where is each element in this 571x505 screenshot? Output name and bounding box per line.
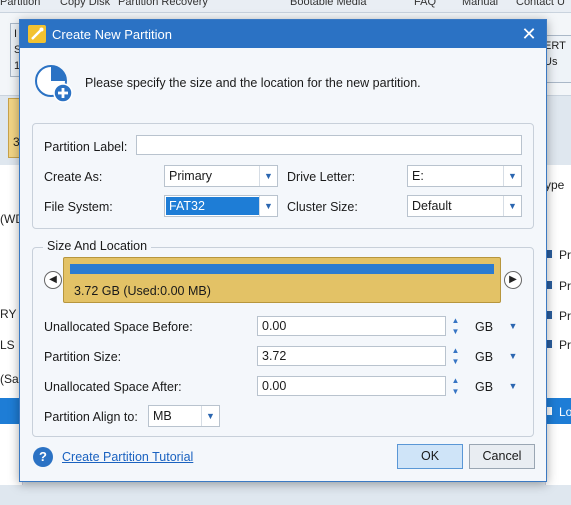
chevron-right-icon: ▶ — [509, 274, 517, 285]
bg-right-text: Lo — [559, 405, 571, 419]
file-system-select[interactable]: FAT32 ▼ — [164, 195, 278, 217]
drive-letter-value: E: — [412, 169, 424, 183]
bg-right-text: Pr — [559, 309, 571, 323]
create-as-label: Create As: — [44, 170, 103, 184]
partition-size-input[interactable]: 3.72 — [257, 346, 446, 366]
unallocated-before-unit: GB — [475, 320, 494, 334]
chevron-left-icon: ◀ — [49, 274, 57, 285]
cluster-size-select[interactable]: Default ▼ — [407, 195, 522, 217]
chevron-down-icon[interactable]: ▼ — [507, 349, 519, 363]
unallocated-before-input[interactable]: 0.00 — [257, 316, 446, 336]
partition-size-spinner[interactable]: ▲ ▼ — [448, 345, 463, 367]
bg-menu-copy-disk[interactable]: Copy Disk — [60, 0, 110, 8]
bg-selected-row[interactable]: Lo — [545, 398, 571, 424]
spin-up-icon[interactable]: ▲ — [448, 345, 463, 356]
spin-down-icon[interactable]: ▼ — [448, 386, 463, 397]
spin-down-icon[interactable]: ▼ — [448, 326, 463, 337]
cluster-size-value: Default — [412, 199, 452, 213]
bg-left-text: (Sa — [0, 372, 19, 386]
bg-right-text: Pr — [559, 338, 571, 352]
bg-menu-partition-recovery[interactable]: Partition Recovery — [118, 0, 208, 8]
drive-letter-label: Drive Letter: — [287, 170, 356, 184]
drive-letter-select[interactable]: E: ▼ — [407, 165, 522, 187]
create-as-value: Primary — [169, 169, 213, 183]
chevron-down-icon[interactable]: ▼ — [503, 196, 521, 216]
file-system-value: FAT32 — [166, 197, 259, 215]
bg-right-text: Pr — [559, 279, 571, 293]
partition-bar-caption: 3.72 GB (Used:0.00 MB) — [74, 284, 211, 298]
bg-menu-faq[interactable]: FAQ — [414, 0, 436, 8]
unallocated-after-label: Unallocated Space After: — [44, 380, 182, 394]
chevron-down-icon[interactable]: ▼ — [503, 166, 521, 186]
bg-chip-icon — [547, 281, 552, 289]
background-menu-strip: Partition Copy Disk Partition Recovery B… — [0, 0, 571, 13]
unallocated-before-spinner[interactable]: ▲ ▼ — [448, 315, 463, 337]
move-left-button[interactable]: ◀ — [44, 271, 62, 289]
cancel-button[interactable]: Cancel — [469, 444, 535, 469]
bg-chip-icon — [547, 311, 552, 319]
create-as-select[interactable]: Primary ▼ — [164, 165, 278, 187]
partition-size-bar[interactable]: 3.72 GB (Used:0.00 MB) — [63, 257, 501, 303]
unallocated-before-label: Unallocated Space Before: — [44, 320, 193, 334]
unallocated-after-spinner[interactable]: ▲ ▼ — [448, 375, 463, 397]
chevron-down-icon[interactable]: ▼ — [259, 196, 277, 216]
wand-icon — [28, 25, 46, 43]
instruction-text: Please specify the size and the location… — [85, 76, 421, 90]
spin-up-icon[interactable]: ▲ — [448, 375, 463, 386]
bg-right-header: ype — [545, 178, 565, 192]
bg-left-text: RY — [0, 307, 17, 321]
spin-up-icon[interactable]: ▲ — [448, 315, 463, 326]
dialog-title: Create New Partition — [52, 27, 172, 42]
file-system-label: File System: — [44, 200, 113, 214]
partition-align-label: Partition Align to: — [44, 410, 138, 424]
bg-menu-manual[interactable]: Manual — [462, 0, 498, 8]
partition-align-select[interactable]: MB ▼ — [148, 405, 220, 427]
create-partition-tutorial-link[interactable]: Create Partition Tutorial — [62, 450, 193, 464]
create-partition-dialog: Create New Partition ✕ Please specify th… — [19, 19, 547, 482]
bg-right-text: Pr — [559, 248, 571, 262]
size-location-legend: Size And Location — [43, 239, 152, 253]
partition-size-unit: GB — [475, 350, 494, 364]
partition-bar-fill[interactable] — [70, 264, 494, 274]
bg-left-text: LS — [0, 338, 15, 352]
bg-tile-text: Us — [544, 56, 558, 68]
chevron-down-icon[interactable]: ▼ — [507, 319, 519, 333]
help-icon[interactable]: ? — [33, 447, 53, 467]
ok-button[interactable]: OK — [397, 444, 463, 469]
bg-menu-bootable-media[interactable]: Bootable Media — [290, 0, 366, 8]
chevron-down-icon[interactable]: ▼ — [201, 406, 219, 426]
chevron-down-icon[interactable]: ▼ — [507, 379, 519, 393]
close-button[interactable]: ✕ — [518, 23, 540, 45]
spin-down-icon[interactable]: ▼ — [448, 356, 463, 367]
partition-pie-add-icon — [35, 65, 73, 103]
bg-tile-text: ERT — [544, 40, 566, 52]
partition-size-label: Partition Size: — [44, 350, 122, 364]
move-right-button[interactable]: ▶ — [504, 271, 522, 289]
bg-chip-icon — [547, 407, 552, 415]
bg-menu-partition[interactable]: Partition — [0, 0, 40, 8]
unallocated-after-unit: GB — [475, 380, 494, 394]
bg-right-panel — [545, 165, 571, 485]
chevron-down-icon[interactable]: ▼ — [259, 166, 277, 186]
partition-label-label: Partition Label: — [44, 140, 128, 154]
bg-chip-icon — [547, 250, 552, 258]
unallocated-after-input[interactable]: 0.00 — [257, 376, 446, 396]
bg-menu-contact[interactable]: Contact U — [516, 0, 565, 8]
bg-chip-icon — [547, 340, 552, 348]
partition-label-input[interactable] — [136, 135, 522, 155]
partition-align-value: MB — [153, 409, 172, 423]
cluster-size-label: Cluster Size: — [287, 200, 358, 214]
dialog-titlebar[interactable]: Create New Partition ✕ — [20, 20, 546, 48]
